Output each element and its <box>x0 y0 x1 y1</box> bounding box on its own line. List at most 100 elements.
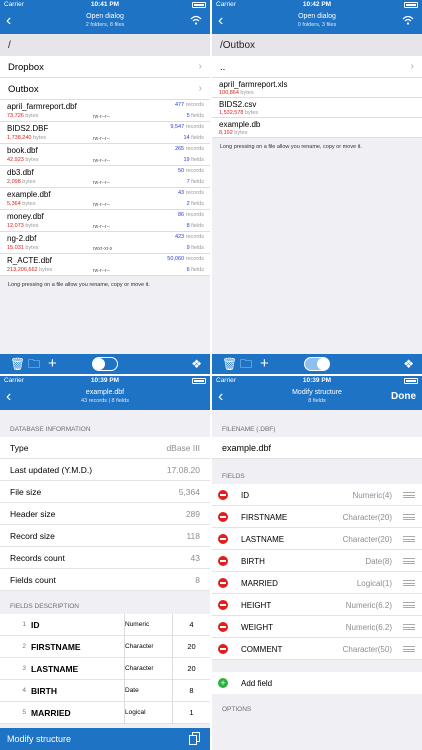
field-name: ID <box>241 491 249 500</box>
status-bar: Carrier 10:42 PM <box>212 0 422 10</box>
delete-icon[interactable] <box>218 534 228 544</box>
folder-row-dropbox[interactable]: Dropbox › <box>0 56 210 78</box>
dropbox-icon[interactable]: ❖ <box>403 357 414 371</box>
reorder-handle-icon[interactable] <box>403 602 415 608</box>
field-row[interactable]: COMMENT Character(50) <box>212 638 422 660</box>
mode-toggle[interactable] <box>304 357 330 371</box>
delete-icon[interactable] <box>218 512 228 522</box>
database-info-screen: Carrier 10:39 PM ‹ example.dbf 43 record… <box>0 376 210 750</box>
field-count: 7 fields <box>187 179 204 185</box>
status-bar: Carrier 10:39 PM <box>212 376 422 386</box>
file-name: example.dbf <box>7 190 51 199</box>
file-size: 5,364 bytes <box>7 201 35 207</box>
current-path: / <box>0 34 210 56</box>
field-type: Logical(1) <box>356 579 392 588</box>
back-icon[interactable]: ‹ <box>6 388 11 406</box>
record-count-value: 477 <box>174 102 185 108</box>
delete-icon[interactable] <box>218 556 228 566</box>
field-type: Character(50) <box>342 645 392 654</box>
field-row[interactable]: MARRIED Logical(1) <box>212 572 422 594</box>
file-size: 1,738,240 bytes <box>7 135 46 141</box>
file-row[interactable]: example.db 8,192 bytes <box>212 118 422 138</box>
info-label: Records count <box>10 553 65 563</box>
delete-icon[interactable] <box>218 622 228 632</box>
reorder-handle-icon[interactable] <box>403 558 415 564</box>
field-count-value: 2 <box>186 201 190 207</box>
reorder-handle-icon[interactable] <box>403 646 415 652</box>
plus-icon[interactable]: + <box>260 356 269 371</box>
battery-icon <box>404 2 418 8</box>
info-label: Header size <box>10 509 56 519</box>
reorder-handle-icon[interactable] <box>403 624 415 630</box>
field-count: 14 fields <box>184 135 205 141</box>
field-count-value: 9 <box>186 245 190 251</box>
file-size-value: 1,738,240 <box>7 135 32 141</box>
size-unit: bytes <box>25 245 39 251</box>
back-icon[interactable]: ‹ <box>218 12 223 30</box>
record-count: 86 records <box>178 212 204 218</box>
filename-input[interactable]: example.dbf <box>212 437 422 459</box>
mode-toggle[interactable] <box>92 357 118 371</box>
fields-unit: fields <box>191 157 204 163</box>
parent-folder-row[interactable]: .. › <box>212 56 422 78</box>
record-count-value: 86 <box>178 212 185 218</box>
back-icon[interactable]: ‹ <box>218 388 223 406</box>
info-row: Fields count 8 <box>0 569 210 591</box>
field-row[interactable]: BIRTH Date(8) <box>212 550 422 572</box>
field-count: 9 fields <box>187 245 204 251</box>
file-row[interactable]: BIDS2.csv 1,532,578 bytes <box>212 98 422 118</box>
done-button[interactable]: Done <box>391 391 416 402</box>
reorder-handle-icon[interactable] <box>403 514 415 520</box>
reorder-handle-icon[interactable] <box>403 580 415 586</box>
modify-structure-button[interactable]: Modify structure <box>7 734 71 744</box>
trash-icon[interactable]: 🗑 <box>222 357 237 371</box>
fields-table: 1 ID Numeric 4 2 FIRSTNAME Character 20 3 LASTNAM… <box>0 614 210 724</box>
field-count: 8 fields <box>187 223 204 229</box>
wifi-icon[interactable] <box>402 15 414 25</box>
reorder-handle-icon[interactable] <box>403 492 415 498</box>
size-unit: bytes <box>39 267 53 273</box>
file-size: 73,726 bytes <box>7 113 39 119</box>
file-row[interactable]: money.dbf 12,073 bytes rw-r--r-- 86 records… <box>0 210 210 232</box>
field-name: COMMENT <box>241 645 283 654</box>
nav-title: Modify structure <box>292 389 342 396</box>
field-row[interactable]: HEIGHT Numeric(6.2) <box>212 594 422 616</box>
folder-icon[interactable]: 🗀 <box>240 357 252 371</box>
header: Carrier 10:39 PM ‹ example.dbf 43 record… <box>0 376 210 410</box>
records-unit: records <box>185 190 204 196</box>
delete-icon[interactable] <box>218 578 228 588</box>
field-row[interactable]: ID Numeric(4) <box>212 484 422 506</box>
plus-icon[interactable]: + <box>48 356 57 371</box>
nav-title: Open dialog <box>298 13 336 20</box>
delete-icon[interactable] <box>218 600 228 610</box>
trash-icon[interactable]: 🗑 <box>10 357 25 371</box>
toggle-knob <box>317 358 329 370</box>
add-field-row[interactable]: + Add field <box>212 672 422 694</box>
delete-icon[interactable] <box>218 644 228 654</box>
folder-row-outbox[interactable]: Outbox › <box>0 78 210 100</box>
info-label: Last updated (Y.M.D.) <box>10 465 93 475</box>
file-row[interactable]: R_ACTE.dbf 213,206,662 bytes rw-r--r-- 50,0… <box>0 254 210 276</box>
file-row[interactable]: db3.dbf 2,098 bytes rw-r--r-- 50 records 7 f… <box>0 166 210 188</box>
file-row[interactable]: example.dbf 5,364 bytes rw-r--r-- 43 record… <box>0 188 210 210</box>
file-row[interactable]: april_farmreport.dbf 73,726 bytes rw-r--r-… <box>0 100 210 122</box>
nav-bar: ‹ example.dbf 43 records | 8 fields <box>0 386 210 410</box>
field-row[interactable]: WEIGHT Numeric(6.2) <box>212 616 422 638</box>
reorder-handle-icon[interactable] <box>403 536 415 542</box>
back-icon[interactable]: ‹ <box>6 12 11 30</box>
nav-subtitle: 2 folders, 8 files <box>85 22 125 28</box>
field-row[interactable]: LASTNAME Character(20) <box>212 528 422 550</box>
file-row[interactable]: BIDS2.DBF 1,738,240 bytes rw-r--r-- 9,547 r… <box>0 122 210 144</box>
record-count-value: 9,547 <box>170 124 185 130</box>
delete-icon[interactable] <box>218 490 228 500</box>
file-row[interactable]: ng-2.dbf 15,031 bytes rwxr-xr-x 423 records… <box>0 232 210 254</box>
file-row[interactable]: april_farmreport.xls 100,864 bytes <box>212 78 422 98</box>
field-row[interactable]: FIRSTNAME Character(20) <box>212 506 422 528</box>
add-icon[interactable]: + <box>218 678 228 688</box>
copy-icon[interactable] <box>189 732 200 745</box>
folder-icon[interactable]: 🗀 <box>28 357 40 371</box>
field-type: Numeric <box>124 614 149 636</box>
file-row[interactable]: book.dbf 42,923 bytes rw-r--r-- 265 records… <box>0 144 210 166</box>
dropbox-icon[interactable]: ❖ <box>191 357 202 371</box>
wifi-icon[interactable] <box>190 15 202 25</box>
